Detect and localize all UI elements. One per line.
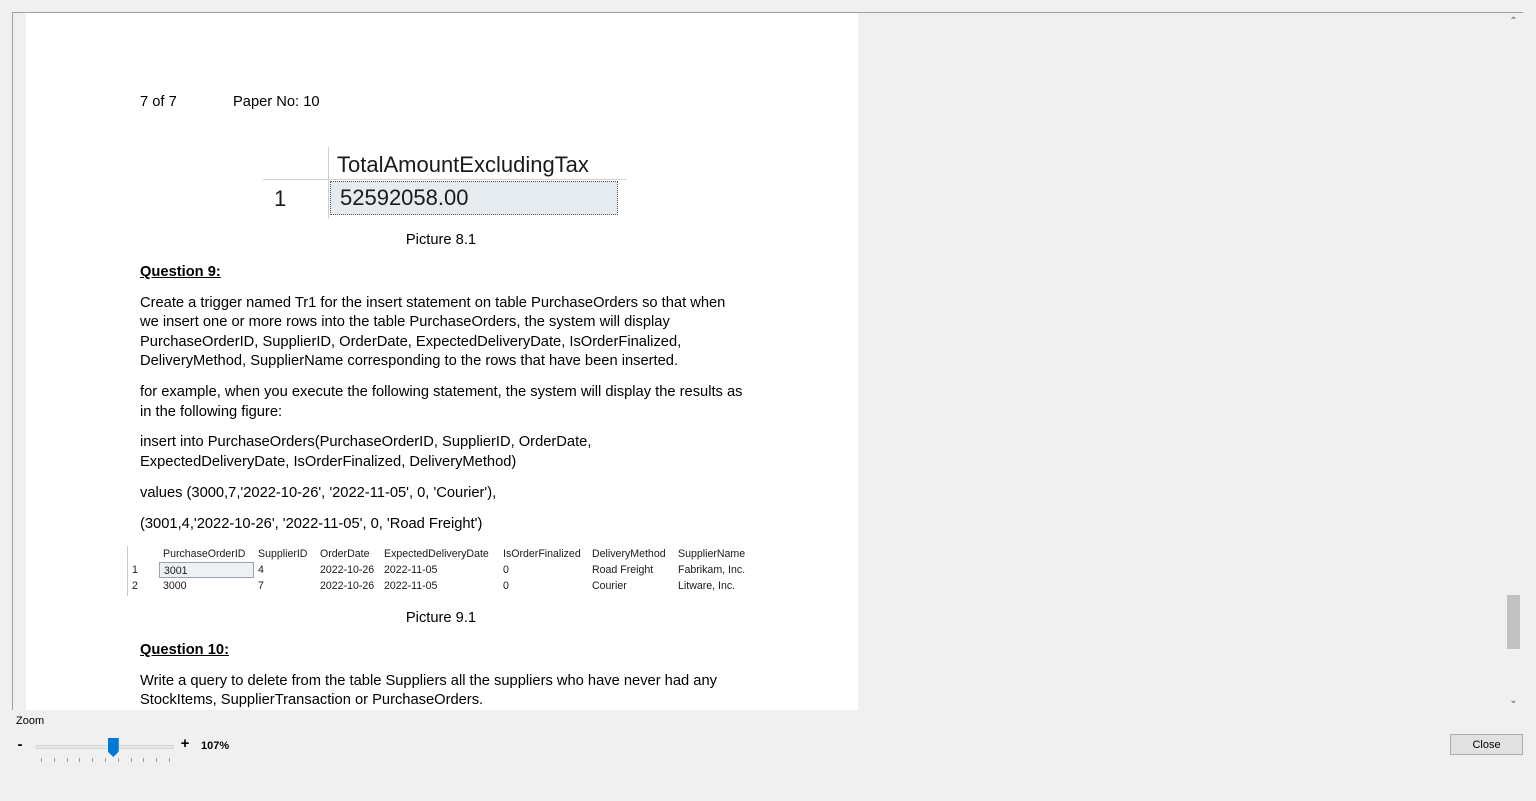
zoom-slider-thumb[interactable]: [107, 738, 119, 757]
picture-caption-9-1: Picture 9.1: [405, 610, 477, 626]
column-header: DeliveryMethod: [592, 548, 666, 560]
column-header: PurchaseOrderID: [163, 548, 246, 560]
document-viewer[interactable]: 7 of 7 Paper No: 10 TotalAmountExcluding…: [12, 12, 1523, 710]
zoom-in-button[interactable]: +: [179, 735, 191, 752]
question-9-text-line: Create a trigger named Tr1 for the inser…: [140, 295, 726, 311]
zoom-value: 107%: [201, 740, 230, 752]
result-grid-total-amount: TotalAmountExcludingTax 1 52592058.00: [263, 147, 626, 219]
table-cell: 2022-10-26: [320, 580, 375, 592]
question-10-heading: Question 10:: [140, 642, 229, 658]
sql-code-line: values (3000,7,'2022-10-26', '2022-11-05…: [140, 485, 497, 501]
scrollbar-thumb[interactable]: [1507, 595, 1520, 649]
table-cell: 0: [503, 564, 509, 576]
column-header: SupplierName: [678, 548, 746, 560]
table-row: 2 3000 7 2022-10-26 2022-11-05 0 Courier…: [127, 578, 756, 594]
question-10-text-line: Write a query to delete from the table S…: [140, 673, 717, 689]
row-number: 2: [132, 580, 138, 592]
table-row: 1 3001 4 2022-10-26 2022-11-05 0 Road Fr…: [127, 562, 756, 578]
question-9-text-line: PurchaseOrderID, SupplierID, OrderDate, …: [140, 334, 682, 350]
page-number: 7 of 7: [140, 94, 177, 110]
table-cell: 2022-11-05: [384, 564, 438, 576]
picture-caption-8-1: Picture 8.1: [405, 232, 477, 248]
zoom-slider-ticks: [41, 758, 170, 763]
sql-code-line: (3001,4,'2022-10-26', '2022-11-05', 0, '…: [140, 516, 483, 532]
row-number: 1: [132, 564, 138, 576]
column-header: OrderDate: [320, 548, 370, 560]
table-cell: Road Freight: [592, 564, 654, 576]
column-header: TotalAmountExcludingTax: [329, 147, 626, 180]
question-9-heading: Question 9:: [140, 264, 221, 280]
document-page: 7 of 7 Paper No: 10 TotalAmountExcluding…: [26, 13, 858, 710]
table-cell: 7: [258, 580, 264, 592]
zoom-out-button[interactable]: -: [15, 736, 25, 753]
column-header: ExpectedDeliveryDate: [384, 548, 489, 560]
table-cell: Fabrikam, Inc.: [678, 564, 746, 576]
question-9-text-line: we insert one or more rows into the tabl…: [140, 314, 670, 330]
question-10-text-line: StockItems, SupplierTransaction or Purch…: [140, 692, 484, 708]
table-cell: 4: [258, 564, 264, 576]
grid-corner-header: [263, 147, 329, 180]
column-header: IsOrderFinalized: [503, 548, 581, 560]
vertical-scrollbar[interactable]: ⌃ ⌄: [1505, 13, 1522, 710]
table-cell-selected: 3001: [159, 562, 254, 578]
close-button[interactable]: Close: [1450, 734, 1523, 755]
table-cell: Courier: [592, 580, 627, 592]
sql-code-line: ExpectedDeliveryDate, IsOrderFinalized, …: [140, 454, 517, 470]
result-cell: 52592058.00: [330, 181, 618, 215]
scroll-up-arrow-icon[interactable]: ⌃: [1505, 13, 1522, 30]
zoom-label: Zoom: [16, 715, 45, 727]
table-cell: 0: [503, 580, 509, 592]
table-cell: 2022-10-26: [320, 564, 375, 576]
example-text-line: in the following figure:: [140, 404, 283, 420]
result-grid-purchase-orders: PurchaseOrderID SupplierID OrderDate Exp…: [127, 546, 756, 596]
table-cell: Litware, Inc.: [678, 580, 736, 592]
zoom-slider-track[interactable]: [36, 745, 174, 749]
column-header: SupplierID: [258, 548, 308, 560]
question-9-text-line: DeliveryMethod, SupplierName correspondi…: [140, 353, 679, 369]
table-cell: 3000: [163, 580, 187, 592]
grid-header-row: PurchaseOrderID SupplierID OrderDate Exp…: [127, 546, 756, 562]
paper-number: Paper No: 10: [233, 94, 320, 110]
example-text-line: for example, when you execute the follow…: [140, 384, 743, 400]
row-number: 1: [263, 180, 329, 219]
scroll-down-arrow-icon[interactable]: ⌄: [1505, 692, 1522, 709]
table-cell: 2022-11-05: [384, 580, 438, 592]
sql-code-line: insert into PurchaseOrders(PurchaseOrder…: [140, 434, 592, 450]
